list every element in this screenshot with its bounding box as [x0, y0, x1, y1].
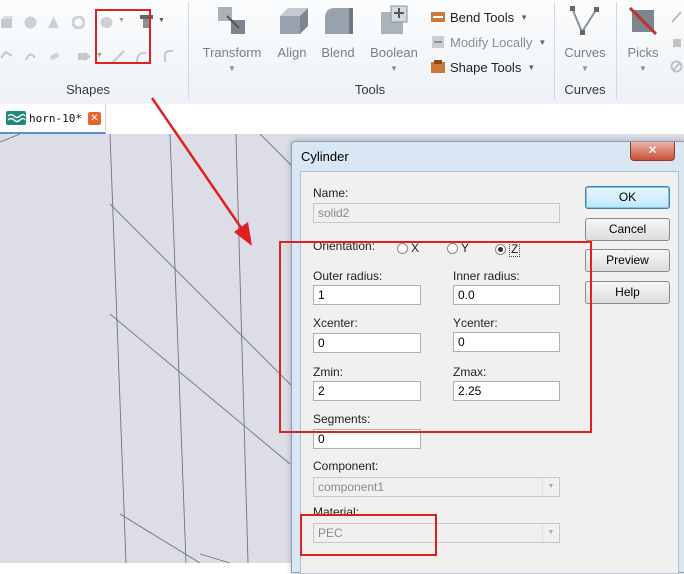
annotation-arrow [150, 97, 252, 246]
